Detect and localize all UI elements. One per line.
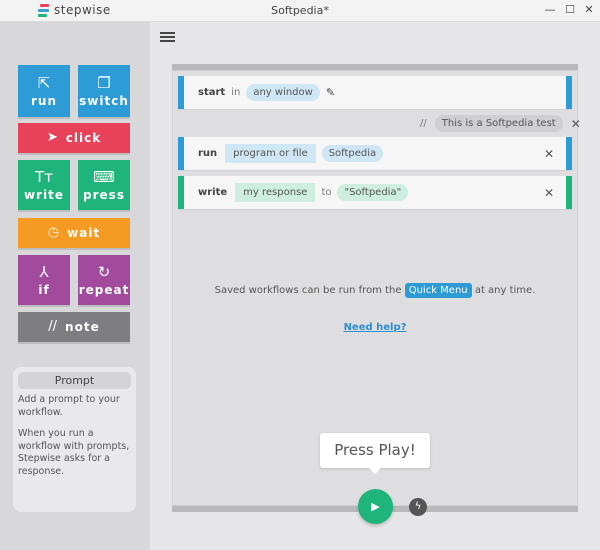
press-play-tooltip: Press Play! (320, 433, 430, 474)
prompt-text-2: When you run a workflow with prompts, St… (18, 428, 130, 477)
run-step[interactable]: run program or file Softpedia ✕ (178, 137, 572, 170)
menu-icon[interactable] (160, 32, 175, 43)
play-icon: ▶ (371, 500, 380, 513)
external-link-icon: ⇱ (37, 73, 51, 92)
text-icon: Tт (35, 167, 53, 186)
write-step[interactable]: write my response to "Softpedia" ✕ (178, 176, 572, 209)
message-before: Saved workflows can be run from the (214, 285, 402, 296)
close-icon[interactable]: ✕ (544, 186, 554, 200)
target-window-chip[interactable]: any window (246, 84, 320, 101)
repeat-tile-label: repeat (78, 282, 130, 297)
if-step-tile[interactable]: ⅄ if (18, 255, 70, 305)
quick-run-button[interactable]: ϟ (409, 498, 427, 516)
start-keyword: start (198, 87, 226, 98)
close-button[interactable]: ✕ (582, 3, 596, 16)
click-step-tile[interactable]: ➤ click (18, 123, 130, 153)
prompt-title: Prompt (18, 372, 131, 389)
if-tile-label: if (38, 282, 50, 297)
note-text-chip[interactable]: This is a Softpedia test (434, 115, 563, 132)
text-value-chip[interactable]: "Softpedia" (337, 184, 409, 201)
note-step[interactable]: // This is a Softpedia test ✕ (420, 115, 581, 132)
switch-step-tile[interactable]: ❐ switch (78, 65, 130, 117)
prompt-text-1: Add a prompt to your workflow. (18, 394, 120, 418)
close-icon[interactable]: ✕ (544, 147, 554, 161)
program-or-file-selector[interactable]: program or file (225, 144, 316, 163)
press-step-tile[interactable]: ⌨ press (78, 160, 130, 210)
write-tile-label: write (24, 187, 64, 202)
run-keyword: run (198, 148, 218, 159)
prompt-description: Add a prompt to your workflow. When you … (18, 394, 131, 478)
minimize-button[interactable]: — (543, 3, 557, 16)
start-step[interactable]: start in any window ✎ (178, 76, 572, 109)
window-title: Softpedia* (271, 4, 329, 17)
quick-menu-message: Saved workflows can be run from the Quic… (172, 283, 578, 298)
cursor-arrow-icon: ➤ (46, 130, 58, 145)
windows-icon: ❐ (97, 73, 111, 92)
keyboard-icon: ⌨ (93, 167, 115, 186)
program-chip[interactable]: Softpedia (321, 145, 384, 162)
note-slashes: // (420, 118, 427, 129)
repeat-step-tile[interactable]: ↻ repeat (78, 255, 130, 305)
lightning-icon: ϟ (414, 501, 422, 512)
in-label: in (231, 87, 241, 98)
run-tile-label: run (30, 93, 57, 108)
write-keyword: write (198, 187, 228, 198)
need-help-link[interactable]: Need help? (172, 322, 578, 333)
click-tile-label: click (65, 131, 102, 145)
branch-icon: ⅄ (39, 262, 49, 281)
step-palette-sidebar: ⇱ run ❐ switch ➤ click Tт write ⌨ press … (0, 22, 150, 550)
write-step-tile[interactable]: Tт write (18, 160, 70, 210)
note-step-tile[interactable]: // note (18, 312, 130, 342)
note-tile-label: note (65, 320, 100, 334)
prompt-panel[interactable]: Prompt Add a prompt to your workflow. Wh… (13, 367, 136, 512)
maximize-button[interactable]: ☐ (563, 3, 577, 16)
message-after: at any time. (474, 285, 536, 296)
to-label: to (321, 187, 332, 198)
comment-slashes-icon: // (48, 319, 58, 334)
run-step-tile[interactable]: ⇱ run (18, 65, 70, 117)
repeat-icon: ↻ (97, 262, 111, 281)
wait-tile-label: wait (67, 226, 101, 240)
stopwatch-icon: ◷ (47, 225, 60, 240)
close-icon[interactable]: ✕ (571, 117, 581, 131)
pencil-icon[interactable]: ✎ (326, 86, 335, 99)
play-button[interactable]: ▶ (358, 489, 393, 524)
press-tile-label: press (83, 187, 125, 202)
wait-step-tile[interactable]: ◷ wait (18, 218, 130, 248)
title-bar: stepwise Softpedia* — ☐ ✕ (0, 0, 600, 22)
response-selector[interactable]: my response (235, 183, 316, 202)
switch-tile-label: switch (79, 93, 129, 108)
quick-menu-link[interactable]: Quick Menu (404, 283, 472, 298)
